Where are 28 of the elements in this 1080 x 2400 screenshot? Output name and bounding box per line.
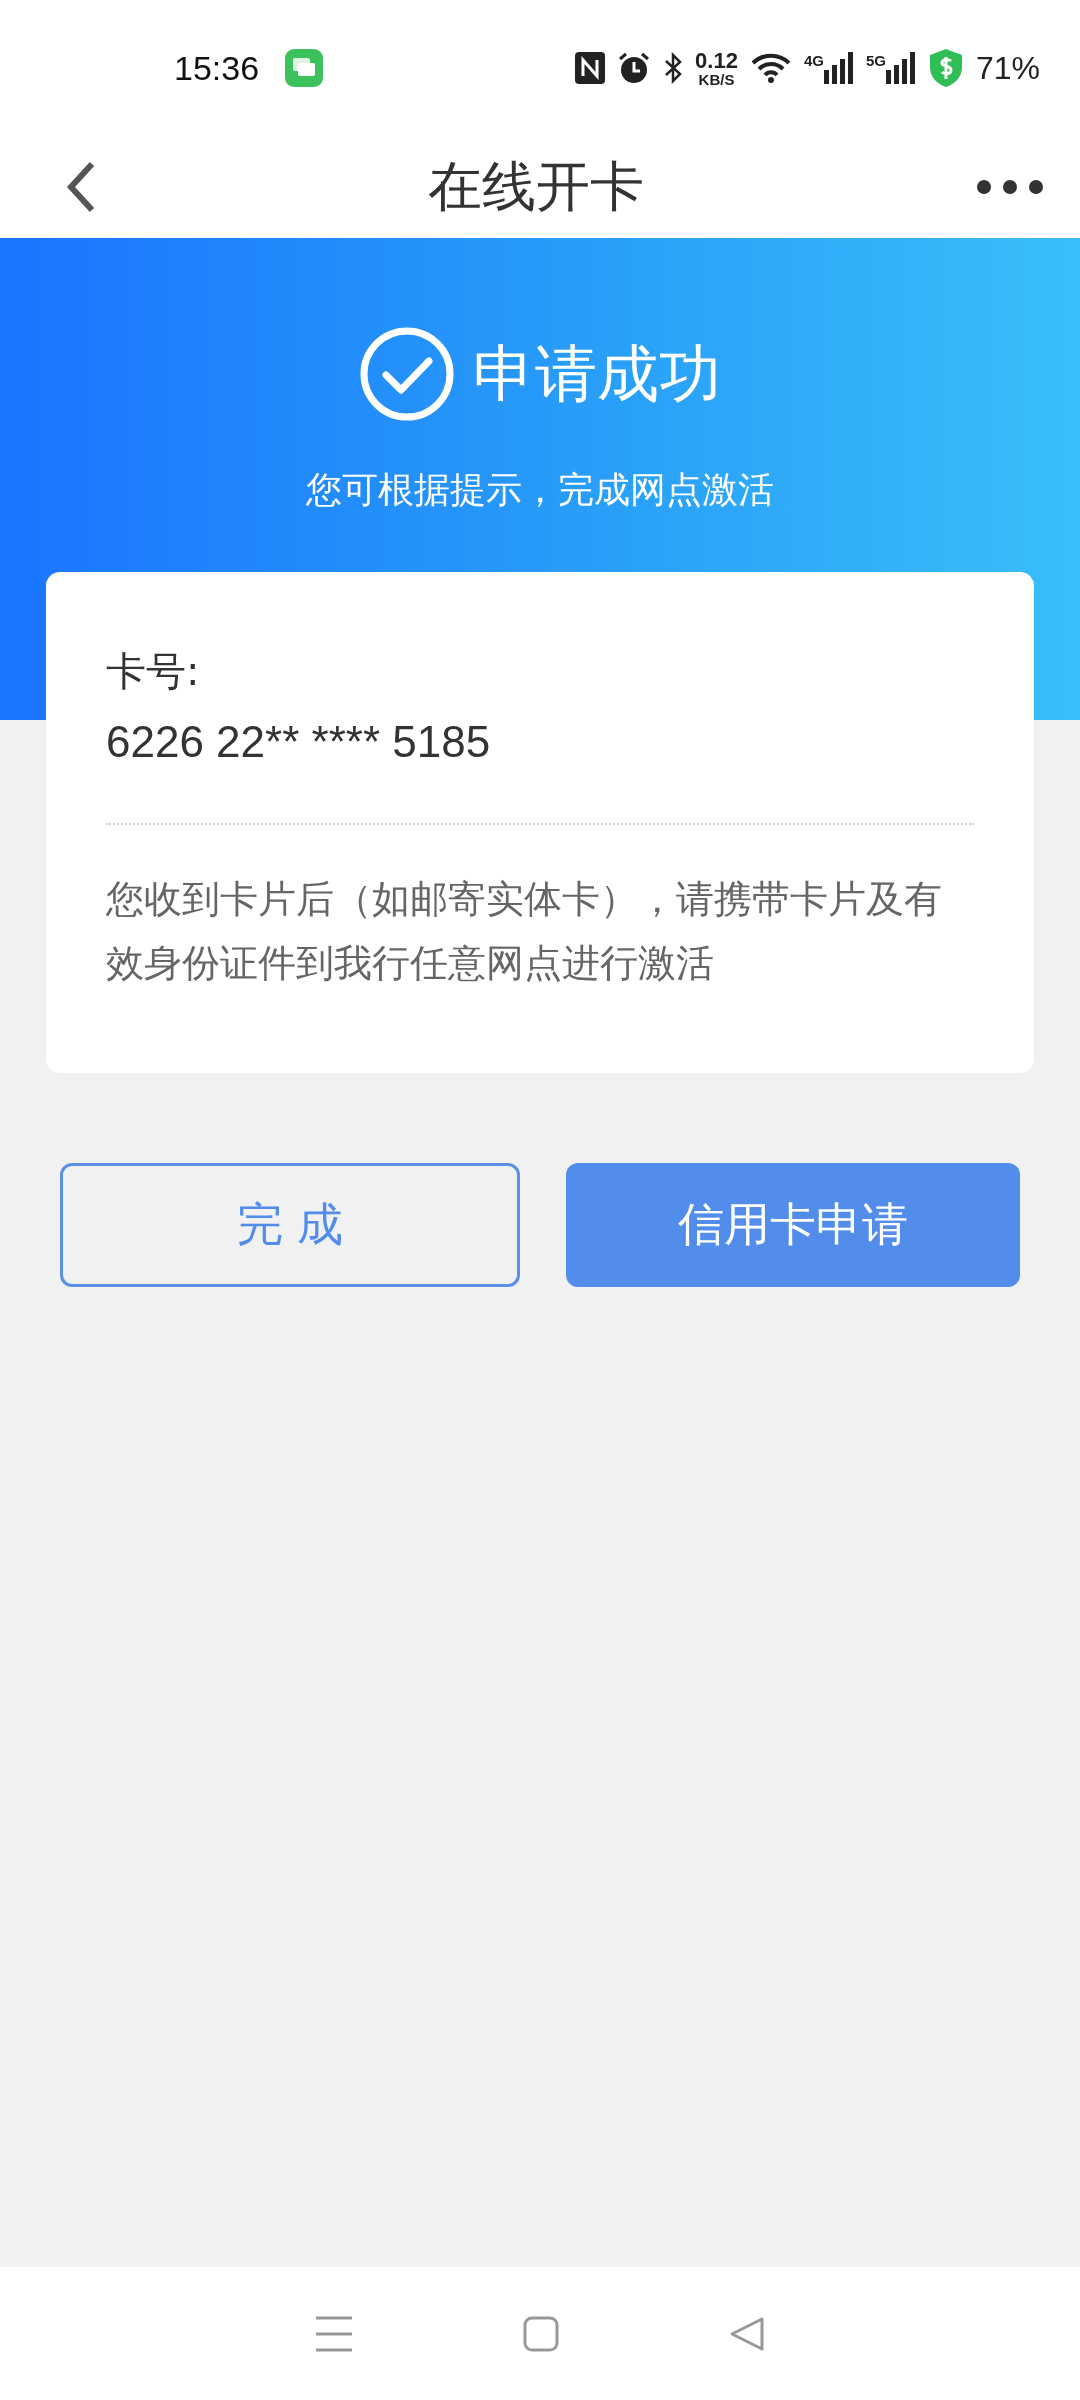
apply-button[interactable]: 信用卡申请 <box>566 1163 1020 1287</box>
wifi-icon <box>749 52 792 84</box>
check-circle-icon <box>359 326 455 422</box>
signal-icon <box>823 52 854 84</box>
card-number-label: 卡号: <box>106 647 200 696</box>
bluetooth-icon <box>663 52 684 84</box>
network-type: 4G <box>803 52 824 69</box>
nfc-icon <box>575 52 606 84</box>
menu-icon[interactable] <box>315 2314 353 2353</box>
success-subtitle: 您可根据提示，完成网点激活 <box>306 468 774 512</box>
back-nav-icon[interactable] <box>729 2315 765 2352</box>
success-title: 申请成功 <box>473 336 721 412</box>
page-title: 在线开卡 <box>428 153 644 220</box>
back-icon[interactable] <box>66 161 96 213</box>
status-time: 15:36 <box>174 48 260 88</box>
battery-level: 71% <box>975 49 1040 87</box>
card-number: 6226 22** **** 5185 <box>106 717 491 767</box>
net-speed-unit: KB/S <box>698 71 735 87</box>
network-type: 5G <box>865 52 886 69</box>
net-speed: 0.12 <box>695 49 738 72</box>
message-app-icon <box>285 49 324 87</box>
alarm-icon <box>617 51 652 85</box>
done-button[interactable]: 完 成 <box>60 1163 520 1287</box>
more-icon[interactable] <box>976 179 1044 195</box>
signal-icon <box>885 52 916 84</box>
activation-note: 您收到卡片后（如邮寄实体卡），请携带卡片及有效身份证件到我行任意网点进行激活 <box>106 876 943 987</box>
home-icon[interactable] <box>523 2315 559 2352</box>
shield-icon <box>927 48 964 88</box>
